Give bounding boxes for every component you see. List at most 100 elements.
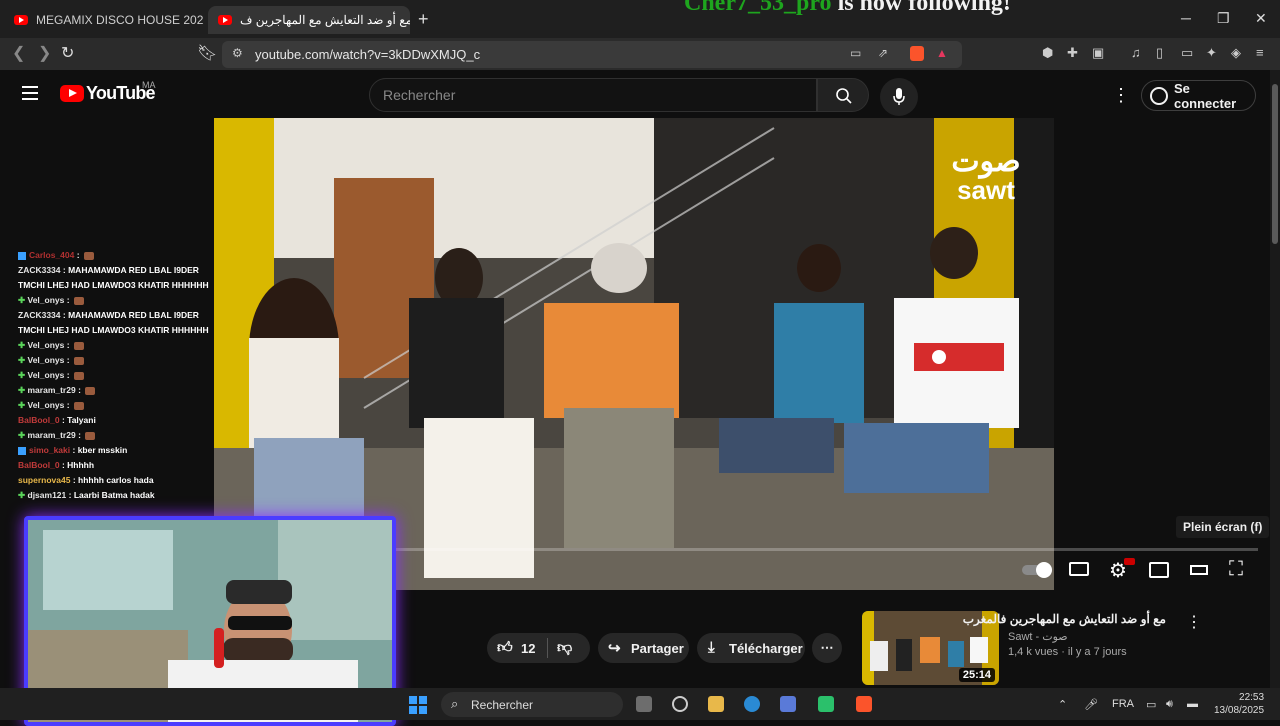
brave-rewards-icon[interactable]: ▲ [936, 46, 948, 60]
tab-title: مع أو ضد التعايش مع المهاجرين ف [240, 13, 410, 27]
chat-message: ✚ Vel_onys : [18, 368, 228, 383]
chat-message: ZACK3334 : MAHAMAWDA RED LBAL I9DER TMCH… [18, 310, 209, 335]
clock-date: 13/08/2025 [1214, 705, 1265, 716]
volume-icon[interactable]: 🔊︎ [1166, 698, 1173, 711]
microphone-icon [893, 88, 905, 105]
sidebar-icon[interactable]: ▯ [1156, 46, 1170, 60]
settings-more-icon[interactable]: ⋮ [1112, 85, 1130, 106]
brave-taskbar-icon[interactable] [856, 696, 872, 712]
network-icon[interactable]: ▭ [1146, 698, 1156, 711]
back-icon[interactable]: ❮ [12, 43, 25, 63]
subtitles-icon[interactable] [1069, 562, 1089, 576]
language-indicator[interactable]: FRA [1112, 698, 1134, 710]
search-button[interactable] [817, 78, 869, 112]
guide-menu-icon[interactable] [22, 86, 38, 104]
chat-message: ✚ Vel_onys : [18, 338, 228, 353]
more-actions-button[interactable]: ⋯ [812, 633, 842, 663]
chat-message: ✚ Vel_onys : [18, 293, 228, 308]
chat-message: ✚ Vel_onys : [18, 353, 228, 368]
battery-icon[interactable]: ▬ [1187, 698, 1198, 710]
brave-shields-icon[interactable] [910, 46, 924, 61]
browser-tab-strip: MEGAMIX DISCO HOUSE 2022 😊 (E مع أو ضد ا… [0, 0, 1280, 38]
download-label: Télécharger [729, 640, 803, 656]
recommendation-channel[interactable]: Sawt - صوت [1008, 630, 1068, 643]
like-count[interactable]: 12 [521, 641, 535, 656]
close-window-button[interactable]: ✕ [1255, 10, 1267, 27]
maximize-button[interactable]: ❐ [1217, 10, 1230, 27]
fullscreen-tooltip: Plein écran (f) [1176, 516, 1270, 538]
steam-icon[interactable] [672, 696, 688, 712]
youtube-logo[interactable]: YouTube [60, 83, 156, 104]
scroll-thumb[interactable] [1272, 84, 1278, 244]
url-text: youtube.com/watch?v=3kDDwXMJQ_c [255, 47, 481, 62]
stream-chat-overlay: Carlos_404 : ZACK3334 : MAHAMAWDA RED LB… [18, 248, 228, 503]
theater-mode-icon[interactable] [1190, 565, 1208, 575]
task-view-icon[interactable] [636, 696, 652, 712]
recommendation-menu-icon[interactable]: ⋮ [1186, 612, 1202, 632]
edge-icon[interactable] [744, 696, 760, 712]
chat-message: BalBool_0 : Talyani [18, 415, 96, 425]
browser-toolbar: ❮ ❯ ↻ 🔖︎ ⚙︎ youtube.com/watch?v=3kDDwXMJ… [0, 38, 1280, 70]
chat-message: ✚ maram_tr29 : [18, 428, 228, 443]
chat-message: BalBool_0 : Hhhhh [18, 460, 95, 470]
cast-icon[interactable]: ▭ [850, 46, 861, 60]
region-code: MA [142, 80, 156, 90]
leo-ai-icon[interactable]: ✦ [1206, 46, 1220, 60]
puzzle-extensions-icon[interactable]: ✚ [1067, 46, 1081, 60]
follow-alert-message: is now following! [831, 0, 1011, 16]
chat-message: ZACK3334 : MAHAMAWDA RED LBAL I9DER TMCH… [18, 265, 209, 290]
tab-megamix[interactable]: MEGAMIX DISCO HOUSE 2022 😊 (E [4, 6, 204, 34]
divider [547, 638, 548, 658]
new-tab-button[interactable]: + [418, 9, 429, 30]
thumbs-up-icon[interactable]: 👍︎ [497, 639, 513, 657]
wallet-icon[interactable]: ▭ [1181, 46, 1195, 60]
store-icon[interactable] [780, 696, 796, 712]
youtube-play-icon [60, 85, 84, 102]
share-icon: ↪ [608, 640, 621, 657]
search-field[interactable] [369, 78, 817, 112]
autoplay-play-icon [1036, 562, 1052, 578]
chat-message: Carlos_404 : [18, 248, 228, 263]
share-label: Partager [631, 640, 684, 656]
youtube-favicon-icon [218, 15, 232, 25]
like-dislike-group: 👍︎ 12 👎︎ [487, 633, 590, 663]
recommendation-title[interactable]: مع أو ضد التعايش مع المهاجرين فالمغرب [963, 612, 1166, 626]
hd-badge-icon [1124, 558, 1135, 565]
miniplayer-icon[interactable] [1149, 562, 1169, 578]
file-explorer-icon[interactable] [708, 696, 724, 712]
address-bar[interactable]: ⚙︎ youtube.com/watch?v=3kDDwXMJQ_c ▭ ⇗ ▲ [222, 41, 962, 68]
share-button[interactable]: ↪ Partager [598, 633, 689, 663]
thumbs-down-icon[interactable]: 👎︎ [557, 639, 572, 657]
voice-search-button[interactable] [880, 78, 918, 116]
sign-in-button[interactable]: Se connecter [1141, 80, 1256, 111]
chat-message: ✚ Vel_onys : [18, 398, 228, 413]
app-icon[interactable] [818, 696, 834, 712]
share-page-icon[interactable]: ⇗ [878, 46, 888, 60]
fullscreen-icon[interactable]: ⛶ [1229, 558, 1243, 581]
forward-icon[interactable]: ❯ [38, 43, 51, 63]
menu-icon[interactable]: ≡ [1256, 46, 1270, 60]
download-button[interactable]: ⤓ Télécharger [697, 633, 805, 663]
reload-icon[interactable]: ↻ [61, 43, 74, 63]
screenshot-icon[interactable]: ▣ [1092, 46, 1106, 60]
site-settings-icon[interactable]: ⚙︎ [232, 46, 243, 60]
video-duration-badge: 25:14 [958, 668, 995, 682]
page-scrollbar[interactable] [1270, 70, 1280, 688]
chat-message: supernova45 : hhhhh carlos hada [18, 475, 154, 485]
extension-icon[interactable]: ⬢ [1042, 46, 1056, 60]
follow-alert-user: Cher7_53_pro [684, 0, 832, 16]
search-input[interactable] [383, 87, 803, 103]
windows-start-icon[interactable] [409, 696, 427, 714]
system-clock[interactable]: 22:53 13/08/2025 [1214, 691, 1264, 717]
windows-taskbar: ⌕ Rechercher ⌃ 🎤︎ FRA ▭ 🔊︎ ▬ 22:53 13/08… [0, 688, 1280, 720]
vpn-icon[interactable]: ◈ [1231, 46, 1245, 60]
taskbar-search[interactable]: ⌕ Rechercher [441, 692, 623, 717]
bookmark-icon[interactable]: 🔖︎ [197, 43, 217, 63]
minimize-button[interactable]: ─ [1181, 10, 1191, 26]
music-icon[interactable]: ♫ [1131, 46, 1145, 60]
search-icon [836, 88, 852, 104]
more-horizontal-icon: ⋯ [820, 640, 834, 655]
microphone-tray-icon[interactable]: 🎤︎ [1084, 698, 1098, 711]
tab-current-video[interactable]: مع أو ضد التعايش مع المهاجرين ف ✕ [208, 6, 410, 34]
tray-expand-icon[interactable]: ⌃ [1058, 698, 1067, 711]
